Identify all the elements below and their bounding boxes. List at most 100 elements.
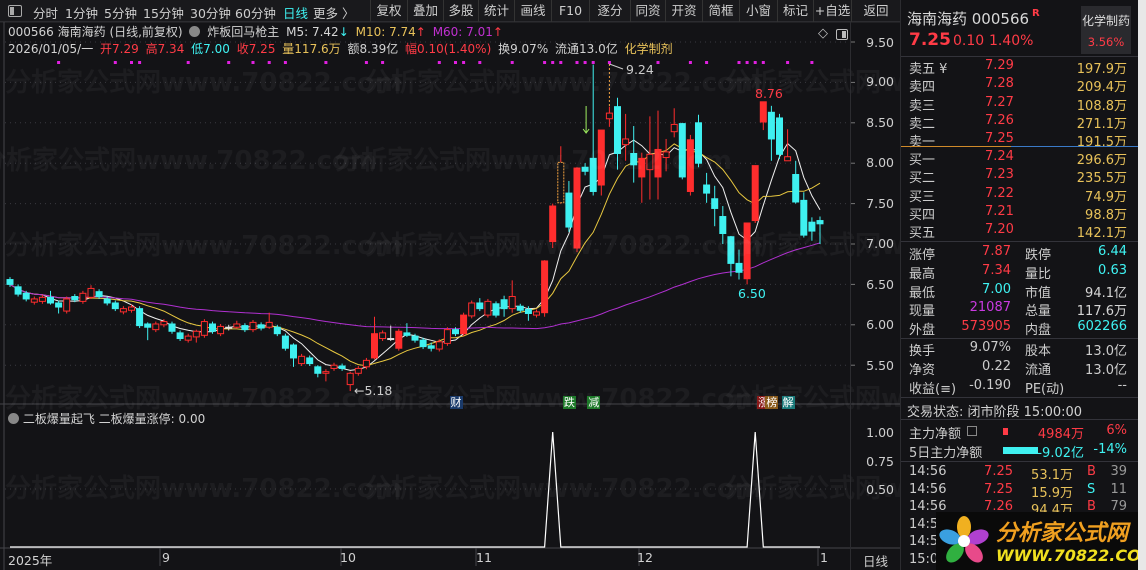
logo-url: WWW.70822.COM <box>996 546 1146 565</box>
signal-dot <box>737 61 741 64</box>
stat-value: 573905 <box>961 319 1011 335</box>
tick-button[interactable]: 逐分 <box>589 0 630 22</box>
flow-amount: -9.02亿 <box>1037 445 1084 461</box>
event-tag[interactable]: 跌 <box>562 396 576 409</box>
add-watchlist-button[interactable]: +自选 <box>813 0 851 22</box>
candle-down <box>800 199 808 236</box>
signal-dot <box>381 61 385 64</box>
candle-up <box>346 372 354 386</box>
fund-label: 流通 <box>1025 362 1052 378</box>
bar-high: 高7.34 <box>145 42 185 56</box>
signal-dot <box>551 61 555 64</box>
tick-row: 14:56 7.25 53.1万 B 39 <box>901 464 1139 483</box>
period-tab-60min[interactable]: 60分钟 <box>235 3 276 22</box>
fundamental-row: 收益(≡) -0.190 PE(动) -- <box>901 377 1139 397</box>
period-tab-more[interactable]: 更多 〉 <box>313 3 354 22</box>
small-window-button[interactable]: 小窗 <box>739 0 777 22</box>
indicator-name[interactable]: 炸板回马枪主 <box>207 25 279 39</box>
candle-up <box>508 296 516 310</box>
period-tab-daily[interactable]: 日线 <box>283 3 308 22</box>
candle-up <box>784 156 792 162</box>
candle-up <box>152 323 160 331</box>
bar-info: 2026/01/05/一 开7.29 高7.34 低7.00 收7.25 量11… <box>8 40 676 57</box>
scrollbar[interactable] <box>1138 0 1146 570</box>
candle-down <box>735 262 743 273</box>
price-tick: 8.50 <box>866 115 894 130</box>
stat-value: 94.1亿 <box>1085 285 1127 301</box>
sector-box[interactable]: 化学制药 3.56% <box>1081 6 1131 54</box>
draw-button[interactable]: 画线 <box>514 0 551 22</box>
fund-value: -- <box>1117 377 1127 393</box>
level-price: 7.25 <box>985 131 1014 147</box>
detail-list-icon[interactable] <box>967 426 977 436</box>
tick-count: 39 <box>1110 464 1127 479</box>
signal-dot <box>130 61 133 64</box>
f10-button[interactable]: F10 <box>551 0 589 22</box>
candle-down <box>719 216 727 234</box>
event-tag[interactable]: 榜 <box>765 396 779 409</box>
event-tag[interactable]: 减 <box>587 396 601 409</box>
candle-down <box>14 286 22 295</box>
candle-down <box>111 302 119 310</box>
candle-down <box>314 366 322 374</box>
price-tick: 7.50 <box>866 196 894 211</box>
last-price: 7.25 <box>909 30 951 50</box>
diamond-icon[interactable]: ◇ <box>818 26 828 41</box>
bar-turnover: 换9.07% <box>498 42 549 56</box>
candle-down <box>209 323 216 332</box>
period-tab-30min[interactable]: 30分钟 <box>190 3 231 22</box>
signal-dot <box>186 61 190 64</box>
stat-value: 7.00 <box>982 281 1011 297</box>
event-tag[interactable]: 财 <box>449 396 463 409</box>
indicator-panel-name[interactable]: 二板爆量起飞 <box>23 412 95 426</box>
candle-down <box>411 335 419 341</box>
price-tick: 9.50 <box>866 35 894 50</box>
level-price: 7.20 <box>985 222 1014 238</box>
indicator-settings-icon[interactable] <box>8 413 19 424</box>
overlay-button[interactable]: 叠加 <box>407 0 443 22</box>
candle-down <box>711 198 719 209</box>
candle-up <box>751 165 759 222</box>
tick-price: 7.25 <box>984 481 1013 497</box>
candle-up <box>38 296 46 302</box>
candle-doji <box>387 338 395 341</box>
multi-stock-button[interactable]: 多股 <box>443 0 478 22</box>
signal-dot <box>251 61 255 64</box>
stats-button[interactable]: 统计 <box>478 0 514 22</box>
candle-up <box>654 148 662 178</box>
period-tab-intraday[interactable]: 分时 <box>33 3 58 22</box>
signal-dot <box>454 61 457 64</box>
level-volume: 296.6万 <box>1076 153 1127 168</box>
signal-dot <box>810 61 814 64</box>
same-capital-button[interactable]: 同资 <box>630 0 665 22</box>
period-tab-15min[interactable]: 15分钟 <box>143 3 184 22</box>
back-button[interactable]: 返回 <box>851 0 900 22</box>
price-change: 0.10 <box>953 33 985 49</box>
mark-button[interactable]: 标记 <box>777 0 813 22</box>
indicator-settings-icon[interactable] <box>189 26 201 37</box>
bar-sector[interactable]: 化学制剂 <box>625 42 673 56</box>
panel-toggle-icon[interactable] <box>836 29 848 40</box>
candle-down <box>767 111 775 140</box>
open-capital-button[interactable]: 开资 <box>665 0 702 22</box>
level-volume: 209.4万 <box>1076 80 1127 96</box>
candle-down <box>630 153 638 166</box>
stat-label: 最低 <box>909 285 936 301</box>
adjust-button[interactable]: 复权 <box>370 0 407 22</box>
stat-label: 最高 <box>909 266 936 282</box>
signal-dots <box>57 61 814 64</box>
ask-row: 卖三 7.27 108.8万 <box>901 95 1139 114</box>
candle-up <box>63 298 71 312</box>
period-tab-5min[interactable]: 5分钟 <box>104 3 137 22</box>
event-tag[interactable]: 解 <box>781 396 795 409</box>
x-label: 12 <box>637 550 653 565</box>
simple-frame-button[interactable]: 简框 <box>702 0 739 22</box>
candle-down <box>703 184 711 194</box>
level-label: 卖四 <box>909 80 936 96</box>
period-tab-1min[interactable]: 1分钟 <box>65 3 98 22</box>
fundamental-row: 换手 9.07% 股本 13.0亿 <box>901 340 1139 359</box>
panel-toggle-icon[interactable] <box>8 5 22 17</box>
signal-dot <box>656 61 660 64</box>
fund-value: -0.190 <box>969 377 1011 393</box>
level-price: 7.29 <box>985 58 1014 73</box>
